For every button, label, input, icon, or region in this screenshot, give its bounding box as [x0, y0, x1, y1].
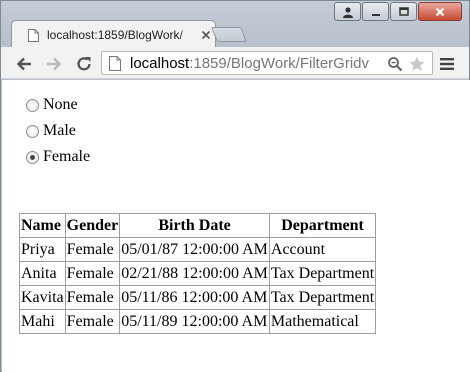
column-header-department: Department	[268, 213, 377, 238]
employee-grid: Name Gender Birth Date Department Priya …	[19, 213, 377, 334]
table-row: Priya Female 05/01/87 12:00:00 AM Accoun…	[19, 237, 377, 262]
cell-birth-date: 05/11/86 12:00:00 AM	[119, 285, 270, 310]
url-path: :1859/BlogWork/FilterGridv	[189, 55, 369, 72]
reload-icon[interactable]	[75, 55, 93, 73]
gender-option-male[interactable]: Male	[26, 122, 76, 140]
cell-gender: Female	[64, 237, 121, 262]
cell-birth-date: 05/01/87 12:00:00 AM	[119, 237, 270, 262]
cell-department: Mathematical	[268, 309, 377, 334]
radio-none[interactable]	[26, 98, 39, 112]
address-bar[interactable]: localhost:1859/BlogWork/FilterGridv	[101, 51, 433, 75]
window-controls	[334, 2, 462, 21]
minimize-icon	[371, 13, 380, 16]
new-tab-button[interactable]	[210, 27, 248, 42]
option-label-none: None	[43, 96, 78, 113]
cell-gender: Female	[64, 309, 121, 334]
cell-birth-date: 05/11/89 12:00:00 AM	[119, 309, 270, 334]
url-text[interactable]: localhost:1859/BlogWork/FilterGridv	[130, 55, 388, 72]
cell-name: Priya	[19, 237, 66, 262]
table-row: Kavita Female 05/11/86 12:00:00 AM Tax D…	[19, 285, 377, 310]
browser-tab[interactable]: localhost:1859/BlogWork/	[11, 20, 216, 48]
gender-option-none[interactable]: None	[26, 96, 78, 114]
column-header-birth-date: Birth Date	[119, 213, 270, 238]
close-icon	[435, 7, 445, 16]
radio-male[interactable]	[26, 124, 39, 138]
cell-department: Tax Department	[268, 285, 377, 310]
tab-title: localhost:1859/BlogWork/	[47, 28, 197, 42]
page-icon	[28, 29, 39, 42]
cell-department: Tax Department	[268, 261, 377, 286]
column-header-gender: Gender	[64, 213, 121, 238]
star-icon[interactable]	[408, 55, 426, 73]
option-label-female: Female	[43, 148, 91, 165]
browser-toolbar: localhost:1859/BlogWork/FilterGridv	[1, 47, 469, 79]
page-content: None Male Female Name Gender Birth Date …	[2, 80, 470, 372]
cell-birth-date: 02/21/88 12:00:00 AM	[119, 261, 270, 286]
close-button[interactable]	[418, 2, 462, 21]
title-bar: localhost:1859/BlogWork/	[1, 1, 469, 48]
column-header-name: Name	[19, 213, 66, 238]
maximize-icon	[398, 6, 409, 16]
back-arrow-icon[interactable]	[15, 55, 33, 73]
table-row: Mahi Female 05/11/89 12:00:00 AM Mathema…	[19, 309, 377, 334]
cell-gender: Female	[64, 261, 121, 286]
user-icon	[342, 6, 353, 18]
url-host: localhost	[130, 55, 190, 72]
radio-female[interactable]	[26, 150, 39, 164]
page-icon	[109, 56, 121, 71]
browser-window: localhost:1859/BlogWork/ localhost:1859/…	[0, 0, 470, 372]
grid-header-row: Name Gender Birth Date Department	[19, 213, 377, 238]
table-row: Anita Female 02/21/88 12:00:00 AM Tax De…	[19, 261, 377, 286]
zoom-icon[interactable]	[387, 56, 403, 72]
forward-arrow-icon[interactable]	[45, 55, 63, 73]
cell-department: Account	[268, 237, 377, 262]
option-label-male: Male	[43, 122, 76, 139]
cell-name: Kavita	[19, 285, 66, 310]
cell-name: Mahi	[19, 309, 66, 334]
tab-close-icon[interactable]	[201, 30, 211, 40]
minimize-button[interactable]	[362, 2, 389, 21]
cell-name: Anita	[19, 261, 66, 286]
cell-gender: Female	[64, 285, 121, 310]
maximize-button[interactable]	[390, 2, 417, 21]
gender-option-female[interactable]: Female	[26, 148, 90, 166]
user-profile-button[interactable]	[334, 2, 361, 21]
menu-icon[interactable]	[439, 57, 455, 71]
